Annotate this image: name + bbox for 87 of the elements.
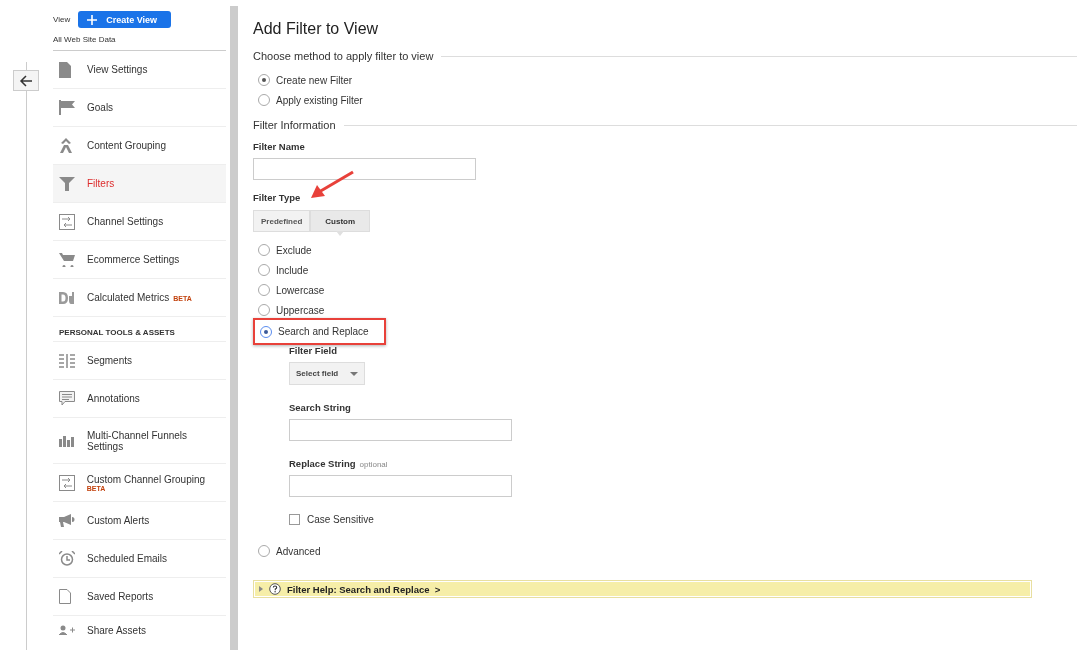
megaphone-icon — [59, 514, 75, 527]
back-arrow-icon — [19, 74, 33, 87]
radio-button[interactable] — [260, 325, 272, 338]
caret-icon — [350, 371, 358, 376]
sidebar-item-label: Scheduled Emails — [87, 553, 168, 564]
page-icon — [59, 589, 71, 604]
sidebar-item[interactable]: Annotations — [53, 380, 226, 418]
sidebar-item[interactable]: Saved Reports — [53, 578, 226, 616]
page-title: Add Filter to View — [253, 20, 380, 38]
view-label: View — [53, 15, 71, 24]
sidebar-item-label: Custom Channel Grouping — [86, 473, 206, 485]
radio-button[interactable] — [258, 94, 270, 106]
optional-hint: optional — [359, 460, 388, 469]
sidebar-item-label: Goals — [87, 102, 114, 113]
help-bar[interactable]: Filter Help: Search and Replace > — [253, 580, 1032, 598]
sidebar-item[interactable]: Channel Settings — [53, 203, 226, 241]
sidebar-item-label: Annotations — [87, 393, 140, 404]
plus-icon — [87, 14, 98, 25]
field-label: Filter Name — [253, 141, 306, 152]
comment-icon — [59, 391, 75, 406]
sidebar-item[interactable]: Custom Alerts — [53, 502, 226, 540]
sidebar-item-label: Custom Alerts — [87, 515, 150, 526]
sidebar-item[interactable]: Share Assets — [53, 616, 226, 644]
sidebar-item[interactable]: Scheduled Emails — [53, 540, 226, 578]
document-icon — [59, 61, 71, 78]
help-icon — [269, 583, 281, 595]
radio-button[interactable] — [258, 244, 270, 256]
sidebar-item-label: Filters — [87, 178, 115, 189]
sidebar-item-label: Segments — [87, 355, 133, 366]
sidebar-item[interactable]: Segments — [53, 342, 226, 380]
radio-label: Exclude — [276, 244, 312, 256]
sidebar-item-label: Channel Settings — [87, 216, 164, 227]
add-person-icon — [59, 625, 75, 635]
radio-button[interactable] — [258, 304, 270, 316]
field-label: Filter Field — [289, 345, 339, 356]
cart-icon — [59, 252, 75, 267]
sidebar-item[interactable]: Filters — [53, 165, 226, 203]
create-view-button[interactable]: Create View — [78, 11, 172, 28]
segments-icon — [59, 353, 75, 368]
radio-button[interactable] — [258, 545, 270, 557]
help-bar-text: Filter Help: Search and Replace > — [287, 583, 441, 595]
radio-label: Lowercase — [276, 284, 325, 296]
radio-label: Include — [276, 264, 309, 276]
replace-string-field[interactable] — [289, 475, 512, 497]
annotation-arrow — [309, 170, 355, 200]
radio-label: Uppercase — [276, 304, 325, 316]
sidebar-item-label: Share Assets — [87, 624, 146, 636]
radio-button[interactable] — [258, 74, 270, 86]
field-label: Replace String — [289, 458, 356, 469]
sidebar-item-label: View Settings — [87, 64, 148, 75]
back-button[interactable] — [13, 70, 39, 91]
merge-icon — [59, 138, 73, 153]
radio-label: Apply existing Filter — [276, 94, 363, 106]
sliders-icon — [59, 213, 75, 230]
section-header: PERSONAL TOOLS & ASSETS — [53, 317, 226, 342]
radio-button[interactable] — [258, 284, 270, 296]
sidebar-item-label: Calculated Metrics — [87, 292, 170, 303]
radio-label: Search and Replace — [278, 326, 369, 337]
radio-label: Create new Filter — [276, 74, 353, 86]
filter-type-tab[interactable]: Predefined — [253, 210, 311, 232]
checkbox-label: Case Sensitive — [307, 514, 374, 525]
sidebar-item-label: Saved Reports — [87, 591, 154, 602]
sidebar-item[interactable]: Multi-Channel Funnels Settings — [53, 418, 226, 464]
dd-glyph-icon — [59, 291, 77, 304]
section-heading: Choose method to apply filter to view — [253, 50, 434, 62]
scrollbar[interactable] — [230, 6, 238, 650]
radio-label: Advanced — [276, 545, 321, 557]
sidebar-item-label: Multi-Channel Funnels Settings — [87, 429, 189, 452]
funnel-icon — [59, 176, 75, 191]
radio-button[interactable] — [258, 264, 270, 276]
alarm-clock-icon — [59, 551, 75, 566]
sidebar-item-label: Ecommerce Settings — [87, 254, 180, 265]
sidebar-item[interactable]: Goals — [53, 89, 226, 127]
field-label: Filter Type — [253, 192, 302, 203]
search-string-field[interactable] — [289, 419, 512, 441]
flag-icon — [59, 100, 75, 115]
filter-name-field[interactable] — [253, 158, 476, 180]
select-field-dropdown[interactable]: Select field — [289, 362, 365, 385]
section-heading: Filter Information — [253, 119, 336, 131]
bar-chart-icon — [59, 434, 75, 447]
sidebar-item-label: Content Grouping — [87, 140, 166, 151]
sliders-icon — [59, 474, 75, 491]
sidebar-item[interactable]: Ecommerce Settings — [53, 241, 226, 279]
field-label: Search String — [289, 402, 352, 413]
sidebar-item[interactable]: View Settings — [53, 51, 226, 89]
view-name: All Web Site Data — [53, 35, 226, 51]
checkbox[interactable] — [289, 514, 300, 525]
